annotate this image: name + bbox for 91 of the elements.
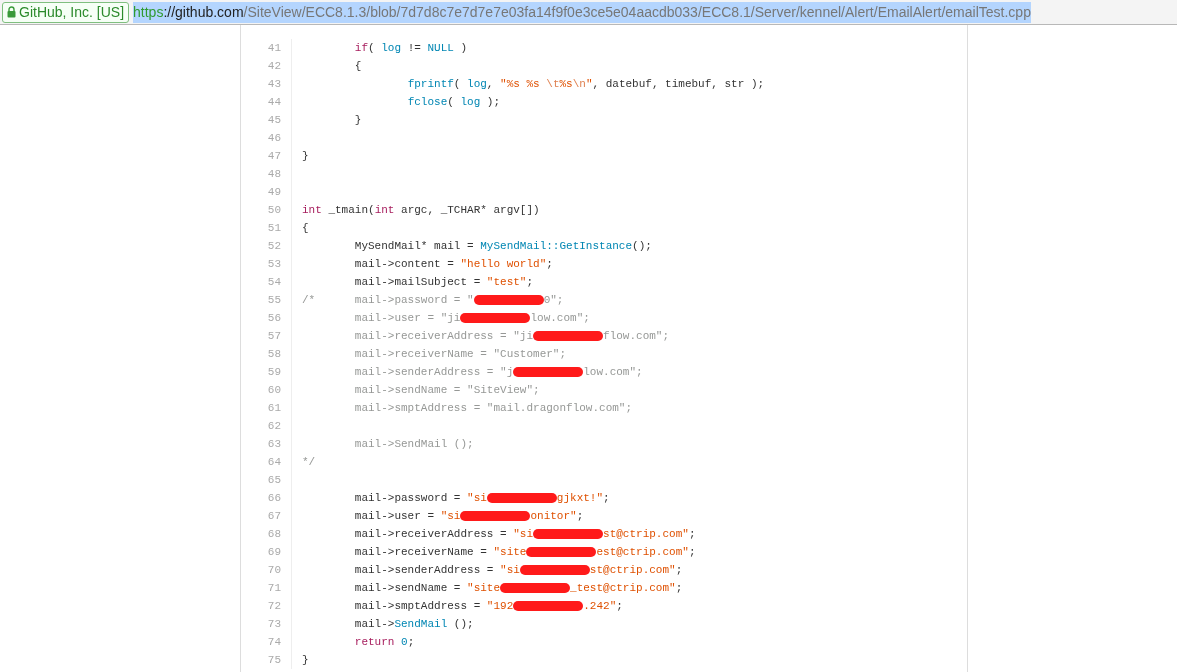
redaction-mark bbox=[526, 547, 597, 557]
code-fragment: .242"; bbox=[583, 598, 623, 614]
line-number: 50 bbox=[266, 202, 282, 218]
redaction-mark bbox=[473, 295, 544, 305]
line-number: 55 bbox=[266, 292, 282, 308]
redaction-mark bbox=[486, 493, 557, 503]
line-number: 42 bbox=[266, 58, 282, 74]
code-fragment: flow.com"; bbox=[603, 328, 670, 344]
code-line: { bbox=[302, 220, 309, 236]
line-number: 72 bbox=[266, 598, 282, 614]
line-number: 56 bbox=[266, 310, 282, 326]
line-number: 64 bbox=[266, 454, 282, 470]
code-line: int _tmain(int argc, _TCHAR* argv[]) bbox=[302, 202, 540, 218]
code-line: MySendMail* mail = MySendMail::GetInstance(); bbox=[353, 238, 652, 254]
line-number: 61 bbox=[266, 400, 282, 416]
line-number: 69 bbox=[266, 544, 282, 560]
line-number: 73 bbox=[266, 616, 282, 632]
code-line: mail->content = "hello world"; bbox=[353, 256, 553, 272]
line-number: 47 bbox=[266, 148, 282, 164]
code-fragment: mail->smptAddress = "192 bbox=[353, 598, 514, 614]
code-fragment: st@ctrip.com"; bbox=[589, 562, 683, 578]
redaction-mark bbox=[533, 529, 604, 539]
site-identity-badge[interactable]: GitHub, Inc. [US] bbox=[2, 1, 130, 23]
line-number: 68 bbox=[266, 526, 282, 542]
code-line: fprintf( log, "%s %s \t%s\n", datebuf, timebuf, str ); bbox=[406, 76, 765, 92]
code-fragment: mail->receiverAddress = "ji bbox=[353, 328, 534, 344]
code-line: mail->mailSubject = "test"; bbox=[353, 274, 534, 290]
url-text[interactable]: https://github.com/SiteView/ECC8.1.3/blob/7d7d8c7e7d7e7e03fa14f9f0e3ce5e04aacdb033/ECC8.1/Server/kennel/Alert/EmailAlert/emailTest.cpp bbox=[133, 1, 1031, 23]
code-fragment: mail->receiverName = "site bbox=[353, 544, 527, 560]
line-number: 67 bbox=[266, 508, 282, 524]
line-number: 63 bbox=[266, 436, 282, 452]
redaction-mark bbox=[460, 511, 531, 521]
code-line: return 0; bbox=[353, 634, 415, 650]
line-number: 75 bbox=[266, 652, 282, 668]
code-fragment: est@ctrip.com"; bbox=[596, 544, 696, 560]
line-number: 65 bbox=[266, 472, 282, 488]
line-number: 48 bbox=[266, 166, 282, 182]
code-line: } bbox=[302, 652, 309, 668]
line-number: 62 bbox=[266, 418, 282, 434]
line-number: 57 bbox=[266, 328, 282, 344]
line-number: 58 bbox=[266, 346, 282, 362]
line-number: 44 bbox=[266, 94, 282, 110]
line-number: 66 bbox=[266, 490, 282, 506]
code-fragment: mail->senderAddress = "j bbox=[353, 364, 514, 380]
code-fragment: low.com"; bbox=[583, 364, 643, 380]
code-fragment: st@ctrip.com"; bbox=[603, 526, 696, 542]
line-number: 71 bbox=[266, 580, 282, 596]
redaction-mark bbox=[500, 583, 571, 593]
line-number: 51 bbox=[266, 220, 282, 236]
code-line: mail->receiverName = "Customer"; bbox=[353, 346, 567, 362]
line-number: 43 bbox=[266, 76, 282, 92]
code-fragment: onitor"; bbox=[530, 508, 584, 524]
code-line: fclose( log ); bbox=[406, 94, 501, 110]
code-line: mail->SendMail (); bbox=[353, 436, 474, 452]
redaction-mark bbox=[519, 565, 590, 575]
line-number: 70 bbox=[266, 562, 282, 578]
redaction-mark bbox=[513, 367, 584, 377]
redaction-mark bbox=[460, 313, 531, 323]
code-fragment: /* mail->password = " bbox=[302, 292, 474, 308]
line-number: 41 bbox=[266, 40, 282, 56]
code-fragment: low.com"; bbox=[530, 310, 590, 326]
code-fragment: mail->receiverAddress = "si bbox=[353, 526, 534, 542]
line-number: 74 bbox=[266, 634, 282, 650]
code-fragment: mail->sendName = "site bbox=[353, 580, 501, 596]
line-number: 59 bbox=[266, 364, 282, 380]
code-line: mail->SendMail (); bbox=[353, 616, 474, 632]
code-fragment: mail->senderAddress = "si bbox=[353, 562, 520, 578]
line-number: 52 bbox=[266, 238, 282, 254]
line-number: 53 bbox=[266, 256, 282, 272]
code-line: { bbox=[353, 58, 362, 74]
redaction-mark bbox=[513, 601, 584, 611]
code-fragment: mail->user = "ji bbox=[353, 310, 461, 326]
code-line: mail->smptAddress = "mail.dragonflow.com"; bbox=[353, 400, 633, 416]
code-line: } bbox=[302, 148, 309, 164]
code-line: mail->sendName = "SiteView"; bbox=[353, 382, 540, 398]
code-fragment: 0"; bbox=[543, 292, 564, 308]
code-fragment: mail->password = "si bbox=[353, 490, 487, 506]
code-fragment: _test@ctrip.com"; bbox=[570, 580, 683, 596]
line-number: 54 bbox=[266, 274, 282, 290]
line-number: 46 bbox=[266, 130, 282, 146]
redaction-mark bbox=[533, 331, 604, 341]
code-line: if( log != NULL ) bbox=[353, 40, 468, 56]
code-line: */ bbox=[302, 454, 316, 470]
code-fragment: mail->user = "si bbox=[353, 508, 461, 524]
code-line: } bbox=[353, 112, 362, 128]
lock-icon bbox=[7, 6, 16, 18]
line-number: 49 bbox=[266, 184, 282, 200]
code-fragment: gjkxt!"; bbox=[556, 490, 610, 506]
line-number: 60 bbox=[266, 382, 282, 398]
address-bar[interactable]: GitHub, Inc. [US] https://github.com/SiteView/ECC8.1.3/blob/7d7d8c7e7d7e7e03fa14f9f0e3ce5e04aacdb033/ECC8.1/Server/kennel/Alert/EmailAlert/emailTest.cpp bbox=[0, 0, 1177, 25]
line-number: 45 bbox=[266, 112, 282, 128]
